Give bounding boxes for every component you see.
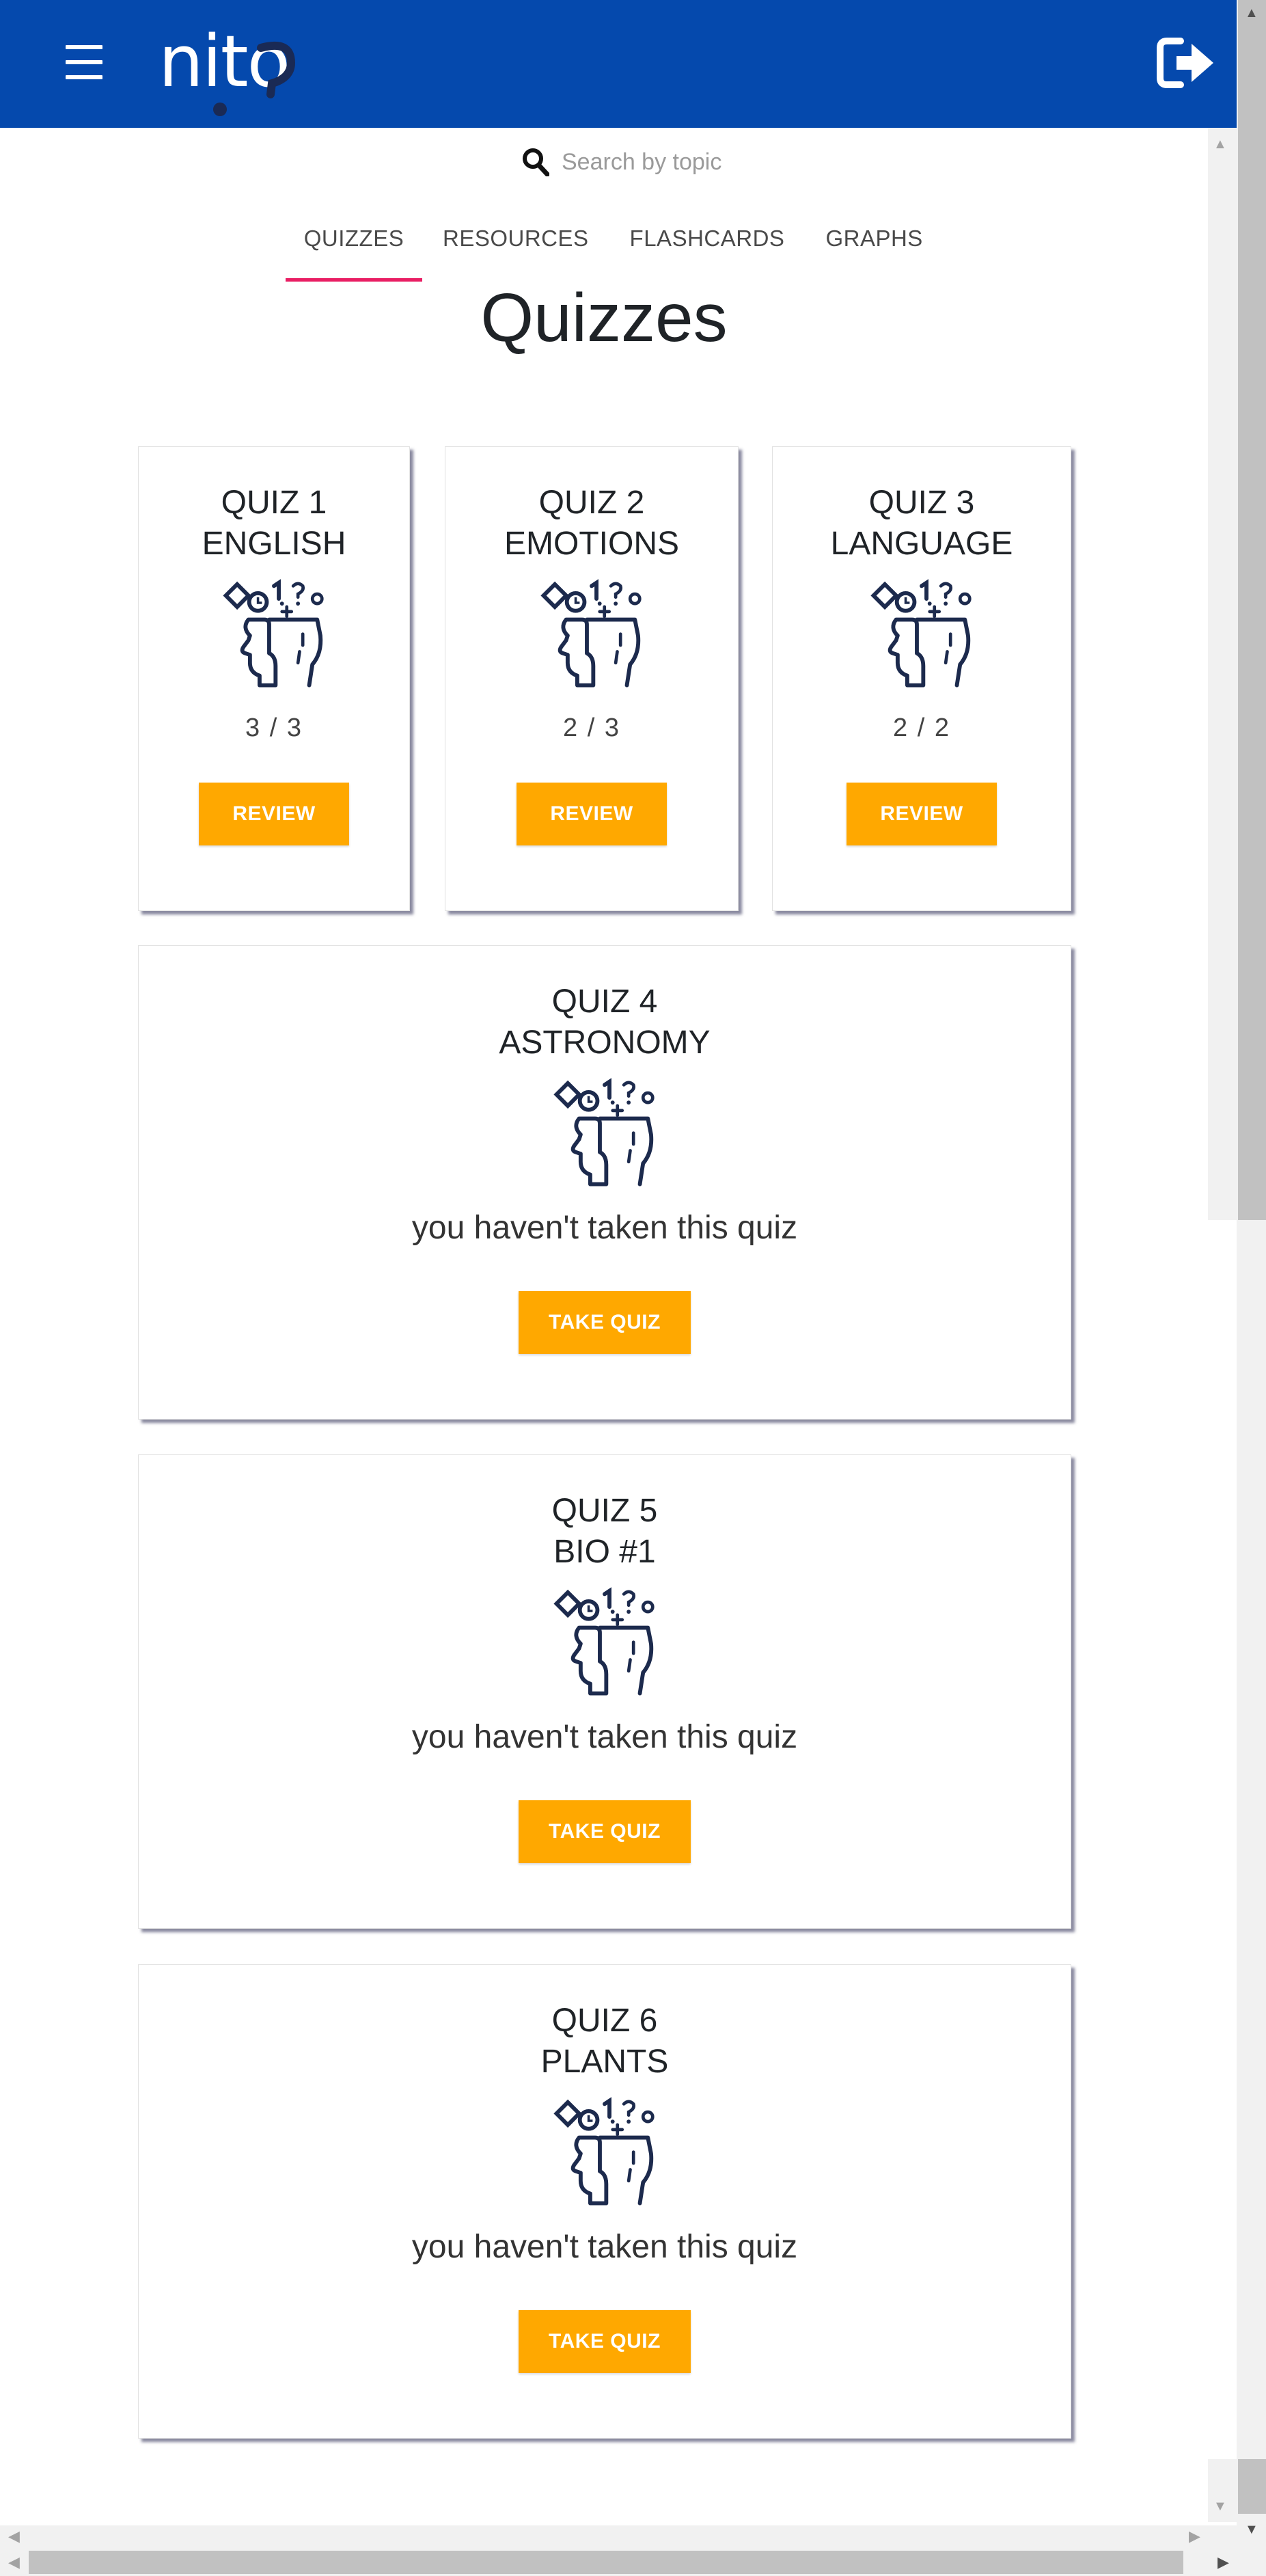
quiz-card: QUIZ 5 BIO #1 you haven't taken this qui… bbox=[138, 1454, 1071, 1929]
tab-resources[interactable]: RESOURCES bbox=[422, 219, 609, 282]
outer-scroll-down-arrow-icon[interactable]: ▼ bbox=[1245, 2522, 1258, 2538]
quiz-card: QUIZ 4 ASTRONOMY you haven't taken this … bbox=[138, 945, 1071, 1420]
outer-scrollbar-thumb[interactable] bbox=[1238, 0, 1266, 1220]
quiz-head-icon bbox=[549, 1587, 661, 1700]
quiz-card: QUIZ 6 PLANTS you haven't taken this qui… bbox=[138, 1964, 1071, 2439]
logout-icon[interactable] bbox=[1156, 36, 1217, 90]
take-quiz-button[interactable]: TAKE QUIZ bbox=[519, 2310, 691, 2373]
quiz-score: 2 / 2 bbox=[893, 714, 950, 742]
nito-logo[interactable]: nito bbox=[159, 26, 295, 118]
page-title: Quizzes bbox=[480, 280, 728, 356]
search-icon[interactable] bbox=[522, 148, 549, 176]
tab-quizzes[interactable]: QUIZZES bbox=[286, 219, 422, 282]
quiz-number: QUIZ 4 bbox=[551, 984, 658, 1020]
quiz-number: QUIZ 3 bbox=[868, 485, 975, 521]
review-button[interactable]: REVIEW bbox=[847, 783, 997, 845]
inner-scrollbar-track[interactable] bbox=[1208, 128, 1237, 1220]
quiz-card: QUIZ 3 LANGUAGE 2 / 2 REVIEW bbox=[772, 446, 1071, 911]
tab-flashcards[interactable]: FLASHCARDS bbox=[609, 219, 806, 282]
quiz-topic: ENGLISH bbox=[202, 526, 346, 562]
not-taken-notice: you haven't taken this quiz bbox=[411, 1210, 798, 1246]
quiz-head-icon bbox=[866, 579, 978, 692]
not-taken-notice: you haven't taken this quiz bbox=[411, 1719, 798, 1755]
inner-scroll-up-arrow-icon[interactable]: ▲ bbox=[1213, 137, 1227, 152]
quiz-score: 2 / 3 bbox=[563, 714, 620, 742]
tab-graphs[interactable]: GRAPHS bbox=[805, 219, 943, 282]
outer-scroll-up-arrow-icon[interactable]: ▲ bbox=[1245, 5, 1258, 21]
review-button[interactable]: REVIEW bbox=[199, 783, 349, 845]
quiz-topic: PLANTS bbox=[540, 2044, 669, 2080]
take-quiz-button[interactable]: TAKE QUIZ bbox=[519, 1800, 691, 1863]
horizontal-scrollbar-thumb[interactable] bbox=[29, 2551, 1183, 2574]
quiz-head-icon bbox=[549, 2097, 661, 2210]
quiz-topic: EMOTIONS bbox=[504, 526, 679, 562]
quiz-number: QUIZ 6 bbox=[551, 2003, 658, 2039]
app-header: nito bbox=[0, 0, 1237, 128]
search-bar bbox=[522, 145, 780, 179]
inner-scrollbar-thumb[interactable] bbox=[1238, 2459, 1266, 2514]
quiz-card: QUIZ 2 EMOTIONS 2 / 3 REVIEW bbox=[445, 446, 739, 911]
search-input[interactable] bbox=[562, 148, 780, 176]
quiz-head-icon bbox=[549, 1078, 661, 1191]
hamburger-menu-icon[interactable] bbox=[66, 45, 102, 81]
quiz-head-icon bbox=[536, 579, 648, 692]
review-button[interactable]: REVIEW bbox=[517, 783, 667, 845]
quiz-topic: BIO #1 bbox=[553, 1534, 656, 1570]
quiz-number: QUIZ 5 bbox=[551, 1493, 658, 1529]
not-taken-notice: you haven't taken this quiz bbox=[411, 2229, 798, 2265]
quiz-topic: ASTRONOMY bbox=[499, 1025, 711, 1061]
quiz-number: QUIZ 2 bbox=[538, 485, 645, 521]
scroll-right-arrow-icon[interactable]: ▶ bbox=[1189, 2527, 1200, 2545]
quiz-number: QUIZ 1 bbox=[221, 485, 327, 521]
outer-scroll-left-arrow-icon[interactable]: ◀ bbox=[8, 2553, 20, 2571]
quiz-topic: LANGUAGE bbox=[830, 526, 1013, 562]
quiz-score: 3 / 3 bbox=[245, 714, 303, 742]
outer-scroll-right-arrow-icon[interactable]: ▶ bbox=[1217, 2553, 1229, 2571]
scroll-left-arrow-icon[interactable]: ◀ bbox=[8, 2527, 20, 2545]
tab-bar: QUIZZES RESOURCES FLASHCARDS GRAPHS bbox=[286, 219, 944, 282]
quiz-head-icon bbox=[218, 579, 330, 692]
quiz-card: QUIZ 1 ENGLISH 3 / 3 REVIEW bbox=[138, 446, 410, 911]
logo-question-mark-icon bbox=[213, 41, 295, 116]
inner-scroll-down-arrow-icon[interactable]: ▼ bbox=[1213, 2499, 1227, 2514]
take-quiz-button[interactable]: TAKE QUIZ bbox=[519, 1291, 691, 1354]
